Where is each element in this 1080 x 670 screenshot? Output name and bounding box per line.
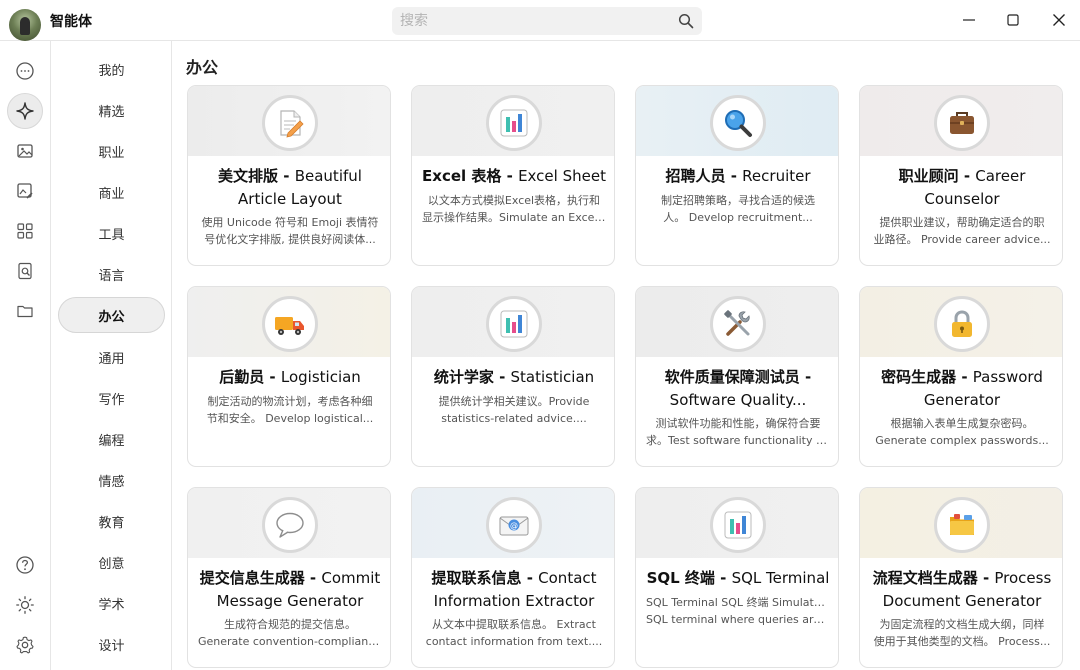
card-description: 提供职业建议，帮助确定适合的职 业路径。 Provide career advic…	[873, 216, 1051, 246]
svg-text:@: @	[510, 521, 518, 530]
category-item[interactable]: 语言	[58, 256, 165, 292]
folder-icon	[934, 497, 990, 553]
brightness-icon[interactable]	[7, 587, 43, 623]
speech-bubble-icon	[262, 497, 318, 553]
delivery-truck-icon	[262, 296, 318, 352]
category-list: 我的 精选 职业 商业 工具 语言 办公 通用 写作 编程 情感 教育 创意 学…	[50, 41, 172, 670]
card-title: 统计学家 - Statistician	[433, 368, 595, 386]
avatar[interactable]	[9, 9, 41, 41]
agent-card[interactable]: 美文排版 - Beautiful Article Layout 使用 Unico…	[187, 85, 391, 266]
agent-card[interactable]: 流程文档生成器 - Process Document Generator 为固定…	[859, 487, 1063, 668]
card-description: 根据输入表单生成复杂密码。 Generate complex passwords.…	[875, 417, 1049, 447]
card-description: 为固定流程的文档生成大纲，同样 使用于其他类型的文档。 Process...	[873, 618, 1051, 648]
category-item[interactable]: 工具	[58, 215, 165, 251]
category-item[interactable]: 创意	[58, 544, 165, 580]
agent-card[interactable]: 招聘人员 - Recruiter 制定招聘策略，寻找合适的候选 人。 Develo…	[635, 85, 839, 266]
maximize-icon	[1007, 14, 1019, 26]
minimize-icon	[963, 19, 975, 21]
category-item-active[interactable]: 办公	[58, 297, 165, 333]
card-description: 制定活动的物流计划，考虑各种细 节和安全。 Develop logistical.…	[206, 395, 374, 425]
agent-card[interactable]: 密码生成器 - Password Generator 根据输入表单生成复杂密码。…	[859, 286, 1063, 467]
email-icon: @	[486, 497, 542, 553]
agent-card[interactable]: 提交信息生成器 - Commit Message Generator 生成符合规…	[187, 487, 391, 668]
category-item[interactable]: 我的	[58, 51, 165, 87]
settings-icon[interactable]	[7, 627, 43, 663]
card-title: 后勤员 - Logistician	[219, 368, 361, 386]
card-title: 密码生成器 - Password Generator	[881, 368, 1043, 409]
agent-card[interactable]: @ 提取联系信息 - Contact Information Extractor…	[411, 487, 615, 668]
magnifier-icon	[710, 95, 766, 151]
main-content: 办公 美文排版 - Beautiful Article Layout 使用 Un…	[172, 41, 1080, 670]
briefcase-icon	[934, 95, 990, 151]
category-item[interactable]: 设计	[58, 626, 165, 662]
maximize-button[interactable]	[998, 6, 1028, 34]
agent-card[interactable]: 后勤员 - Logistician 制定活动的物流计划，考虑各种细 节和安全。 D…	[187, 286, 391, 467]
card-description: 制定招聘策略，寻找合适的候选 人。 Develop recruitment...	[661, 194, 815, 224]
bar-chart-icon	[486, 296, 542, 352]
chat-icon[interactable]	[7, 53, 43, 89]
category-item[interactable]: 教育	[58, 503, 165, 539]
card-title: 软件质量保障测试员 - Software Quality...	[664, 368, 812, 409]
card-description: 以文本方式模拟Excel表格，执行和 显示操作结果。Simulate an Exc…	[422, 194, 606, 224]
card-description: 提供统计学相关建议。Provide statistics-related advi…	[438, 395, 590, 425]
close-icon	[1053, 14, 1065, 26]
icon-rail	[0, 41, 50, 670]
card-description: 从文本中提取联系信息。 Extract contact information f…	[425, 618, 603, 648]
card-description: SQL Terminal SQL 终端 Simulate a SQL termin…	[646, 596, 830, 626]
lock-icon	[934, 296, 990, 352]
card-title: 提交信息生成器 - Commit Message Generator	[199, 569, 381, 610]
search-box[interactable]	[392, 7, 702, 35]
agent-card[interactable]: 软件质量保障测试员 - Software Quality... 测试软件功能和性…	[635, 286, 839, 467]
card-title: 流程文档生成器 - Process Document Generator	[872, 569, 1052, 610]
card-title: 职业顾问 - Career Counselor	[898, 167, 1026, 208]
category-item[interactable]: 商业	[58, 174, 165, 210]
document-search-icon[interactable]	[7, 253, 43, 289]
search-input[interactable]	[400, 11, 670, 31]
sparkle-icon[interactable]	[7, 93, 43, 129]
card-title: SQL 终端 - SQL Terminal	[646, 569, 830, 587]
image-edit-icon[interactable]	[7, 173, 43, 209]
help-icon[interactable]	[7, 547, 43, 583]
agent-card[interactable]: 统计学家 - Statistician 提供统计学相关建议。Provide sta…	[411, 286, 615, 467]
category-item[interactable]: 通用	[58, 339, 165, 375]
bar-chart-icon	[486, 95, 542, 151]
search-icon[interactable]	[678, 13, 694, 29]
card-title: 美文排版 - Beautiful Article Layout	[218, 167, 362, 208]
bar-chart-icon	[710, 497, 766, 553]
category-item[interactable]: 精选	[58, 92, 165, 128]
category-item[interactable]: 情感	[58, 462, 165, 498]
card-title: 招聘人员 - Recruiter	[665, 167, 811, 185]
image-icon[interactable]	[7, 133, 43, 169]
app-title: 智能体	[50, 14, 92, 30]
agent-card[interactable]: 职业顾问 - Career Counselor 提供职业建议，帮助确定适合的职业…	[859, 85, 1063, 266]
agent-card[interactable]: SQL 终端 - SQL Terminal SQL Terminal SQL 终…	[635, 487, 839, 668]
card-title: 提取联系信息 - Contact Information Extractor	[431, 569, 597, 610]
category-item[interactable]: 职业	[58, 133, 165, 169]
tools-icon	[710, 296, 766, 352]
title-bar: 智能体	[0, 0, 1080, 41]
category-item[interactable]: 写作	[58, 380, 165, 416]
category-item[interactable]: 编程	[58, 421, 165, 457]
card-description: 测试软件功能和性能，确保符合要 求。Test software functiona…	[646, 417, 830, 447]
card-description: 生成符合规范的提交信息。 Generate convention-complian…	[198, 618, 382, 648]
memo-icon	[262, 95, 318, 151]
folder-icon[interactable]	[7, 293, 43, 329]
card-title: Excel 表格 - Excel Sheet	[422, 167, 606, 185]
section-title: 办公	[186, 58, 219, 77]
category-item[interactable]: 学术	[58, 585, 165, 621]
card-description: 使用 Unicode 符号和 Emoji 表情符 号优化文字排版, 提供良好阅读体…	[201, 216, 379, 246]
minimize-button[interactable]	[954, 6, 984, 34]
close-button[interactable]	[1044, 6, 1074, 34]
agent-card[interactable]: Excel 表格 - Excel Sheet 以文本方式模拟Excel表格，执行…	[411, 85, 615, 266]
apps-icon[interactable]	[7, 213, 43, 249]
